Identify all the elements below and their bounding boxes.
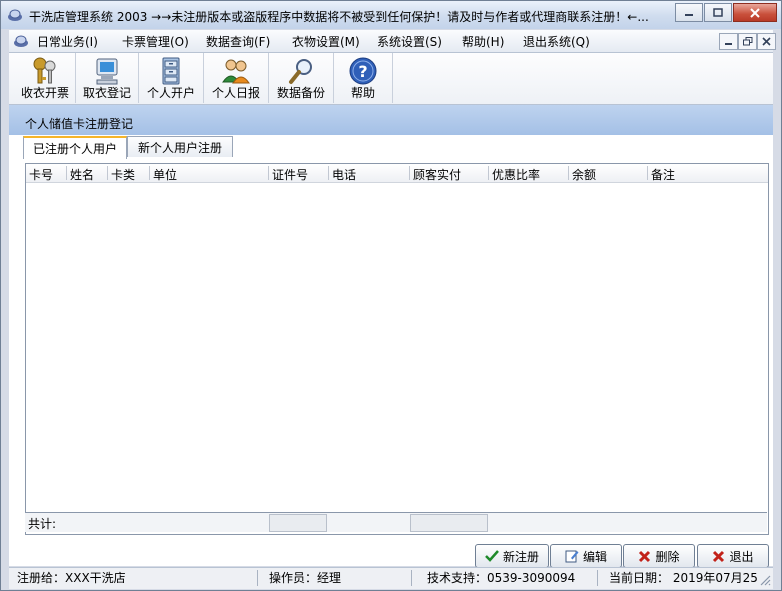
column-header-name[interactable]: 姓名 xyxy=(67,166,94,182)
status-support: 技术支持：0539-3090094 xyxy=(423,570,598,586)
menu-help[interactable]: 帮助(H) xyxy=(462,33,504,50)
mdi-close-button[interactable] xyxy=(757,33,776,50)
column-header-id-no[interactable]: 证件号 xyxy=(269,166,308,182)
column-header-balance[interactable]: 余额 xyxy=(569,166,596,182)
menu-bar: 日常业务(I) 卡票管理(O) 数据查询(F) 衣物设置(M) 系统设置(S) … xyxy=(9,30,776,53)
toolbar-label: 个人开户 xyxy=(146,86,195,100)
status-date: 当前日期： 2019年07月25日 xyxy=(609,571,759,585)
menu-cards[interactable]: 卡票管理(O) xyxy=(122,33,189,50)
mdi-minimize-button[interactable] xyxy=(719,33,738,50)
column-header-discount[interactable]: 优惠比率 xyxy=(489,166,540,182)
column-header-phone[interactable]: 电话 xyxy=(329,166,356,182)
close-icon xyxy=(762,37,771,46)
main-window: 干洗店管理系统 2003 →→未注册版本或盗版程序中数据将不被受到任何保护！请及… xyxy=(0,0,782,591)
minimize-button[interactable] xyxy=(675,3,703,22)
users-icon xyxy=(222,59,250,84)
status-operator: 操作员：经理 xyxy=(265,570,412,586)
cabinet-icon xyxy=(162,57,180,85)
user-grid[interactable]: 卡号 姓名 卡类 单位 证件号 电话 顾客实付 优惠比率 余额 备注 xyxy=(25,163,769,535)
toolbar-button-receive[interactable]: 收衣开票 xyxy=(15,53,76,103)
minimize-icon xyxy=(685,13,693,16)
toolbar-label: 取衣登记 xyxy=(82,86,131,100)
panel-header: 个人储值卡注册登记 xyxy=(9,105,773,135)
panel-title: 个人储值卡注册登记 xyxy=(25,117,134,131)
maximize-icon xyxy=(713,8,723,17)
tab-new-user-registration[interactable]: 新个人用户注册 xyxy=(127,136,233,157)
toolbar-label: 收衣开票 xyxy=(20,86,69,100)
status-bar: 注册给：XXX干洗店 操作员：经理 技术支持：0539-3090094 当前日期… xyxy=(9,567,773,589)
toolbar-label: 帮助 xyxy=(350,86,375,100)
grid-header: 卡号 姓名 卡类 单位 证件号 电话 顾客实付 优惠比率 余额 备注 xyxy=(26,164,768,183)
toolbar-button-daily-report[interactable]: 个人日报 xyxy=(204,53,269,103)
computer-icon xyxy=(96,58,118,85)
svg-text:?: ? xyxy=(358,62,367,81)
totals-cell xyxy=(410,514,488,532)
restore-icon xyxy=(742,37,752,46)
delete-icon xyxy=(639,550,651,562)
menu-query[interactable]: 数据查询(F) xyxy=(206,33,270,50)
column-header-card-type[interactable]: 卡类 xyxy=(108,166,135,182)
title-bar: 干洗店管理系统 2003 →→未注册版本或盗版程序中数据将不被受到任何保护！请及… xyxy=(1,1,781,29)
check-icon xyxy=(485,550,499,562)
window-title: 干洗店管理系统 2003 →→未注册版本或盗版程序中数据将不被受到任何保护！请及… xyxy=(29,10,649,24)
minimize-icon xyxy=(725,42,732,45)
column-header-remarks[interactable]: 备注 xyxy=(648,166,675,182)
close-icon xyxy=(750,7,760,18)
menu-system[interactable]: 系统设置(S) xyxy=(377,33,442,50)
column-header-unit[interactable]: 单位 xyxy=(150,166,177,182)
totals-cell xyxy=(269,514,327,532)
menu-clothes[interactable]: 衣物设置(M) xyxy=(292,33,360,50)
menu-exit[interactable]: 退出系统(Q) xyxy=(523,33,590,50)
maximize-button[interactable] xyxy=(704,3,732,22)
delete-button[interactable]: 删除 xyxy=(623,544,695,568)
magnifier-icon xyxy=(289,59,312,84)
toolbar-button-pickup[interactable]: 取衣登记 xyxy=(76,53,139,103)
edit-icon xyxy=(565,550,579,563)
toolbar-button-backup[interactable]: 数据备份 xyxy=(269,53,334,103)
app-icon xyxy=(14,35,28,47)
totals-label: 共计: xyxy=(28,517,57,531)
tab-registered-users[interactable]: 已注册个人用户 xyxy=(23,136,127,159)
registration-panel: 个人储值卡注册登记 已注册个人用户 新个人用户注册 卡号 姓名 卡类 单位 证件… xyxy=(9,105,773,568)
new-register-button[interactable]: 新注册 xyxy=(475,544,549,568)
toolbar-label: 数据备份 xyxy=(276,86,325,100)
column-header-paid[interactable]: 顾客实付 xyxy=(410,166,461,182)
keys-icon xyxy=(33,57,56,84)
toolbar-button-open-account[interactable]: 个人开户 xyxy=(139,53,204,103)
toolbar: 收衣开票 取衣登记 个人开户 个人日报 数据备份 ? 帮助 xyxy=(9,53,773,105)
app-icon xyxy=(8,9,22,21)
mdi-restore-button[interactable] xyxy=(738,33,757,50)
resize-grip-icon[interactable] xyxy=(759,574,771,586)
menu-daily[interactable]: 日常业务(I) xyxy=(37,33,98,50)
totals-row: 共计: xyxy=(25,512,767,532)
delete-icon xyxy=(713,550,725,562)
help-icon: ? xyxy=(349,57,377,85)
close-button[interactable] xyxy=(733,3,777,22)
exit-button[interactable]: 退出 xyxy=(697,544,769,568)
toolbar-button-help[interactable]: ? 帮助 xyxy=(334,53,393,103)
status-registered-to: 注册给：XXX干洗店 xyxy=(13,570,258,586)
edit-button[interactable]: 编辑 xyxy=(550,544,622,568)
toolbar-label: 个人日报 xyxy=(211,86,260,100)
column-header-card-no[interactable]: 卡号 xyxy=(26,166,53,182)
